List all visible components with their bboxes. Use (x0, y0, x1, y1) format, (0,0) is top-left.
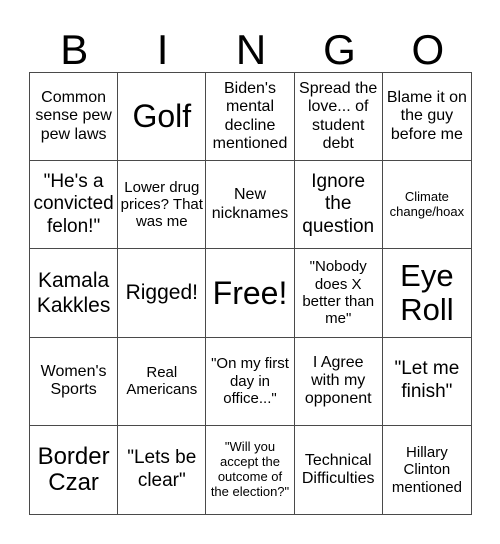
bingo-cell[interactable]: "Lets be clear" (118, 425, 207, 514)
bingo-cell[interactable]: Golf (118, 73, 207, 162)
bingo-cell[interactable]: "Let me finish" (382, 338, 471, 426)
bingo-cell[interactable]: Climate change/hoax (382, 161, 471, 250)
bingo-header: B I N G O (30, 28, 472, 72)
bingo-cell[interactable]: I Agree with my opponent (294, 337, 383, 426)
bingo-cell[interactable]: Ignore the question (294, 161, 383, 250)
header-letter-o: O (411, 26, 445, 73)
bingo-card: Common sense pew pew laws Golf Biden's m… (29, 72, 472, 515)
bingo-cell[interactable]: Spread the love... of student debt (294, 73, 383, 162)
bingo-cell[interactable]: Eye Roll (382, 249, 471, 338)
bingo-cell[interactable]: Real Americans (118, 337, 207, 426)
header-letter-i: I (156, 26, 169, 73)
header-letter-g: G (323, 26, 356, 73)
bingo-cell[interactable]: Rigged! (118, 249, 207, 338)
bingo-cell[interactable]: Technical Difficulties (295, 425, 383, 514)
bingo-cell[interactable]: Blame it on the guy before me (382, 73, 471, 162)
bingo-cell[interactable]: Women's Sports (30, 337, 119, 426)
bingo-cell[interactable]: Lower drug prices? That was me (118, 161, 207, 250)
bingo-cell[interactable]: Border Czar (30, 425, 119, 514)
bingo-cell[interactable]: New nicknames (206, 161, 295, 250)
bingo-cell[interactable]: "Nobody does X better than me" (294, 249, 383, 338)
bingo-cell[interactable]: "Will you accept the outcome of the elec… (206, 425, 295, 514)
bingo-cell[interactable]: Kamala Kakkles (30, 249, 119, 338)
header-letter-n: N (235, 26, 267, 73)
bingo-cell[interactable]: Biden's mental decline mentioned (206, 73, 295, 162)
bingo-cell[interactable]: Hillary Clinton mentioned (383, 426, 471, 514)
header-letter-b: B (60, 26, 89, 73)
free-space-cell[interactable]: Free! (206, 249, 295, 338)
bingo-cell[interactable]: Common sense pew pew laws (30, 73, 119, 162)
bingo-cell[interactable]: "He's a convicted felon!" (30, 161, 119, 250)
bingo-cell[interactable]: "On my first day in office..." (206, 337, 295, 426)
